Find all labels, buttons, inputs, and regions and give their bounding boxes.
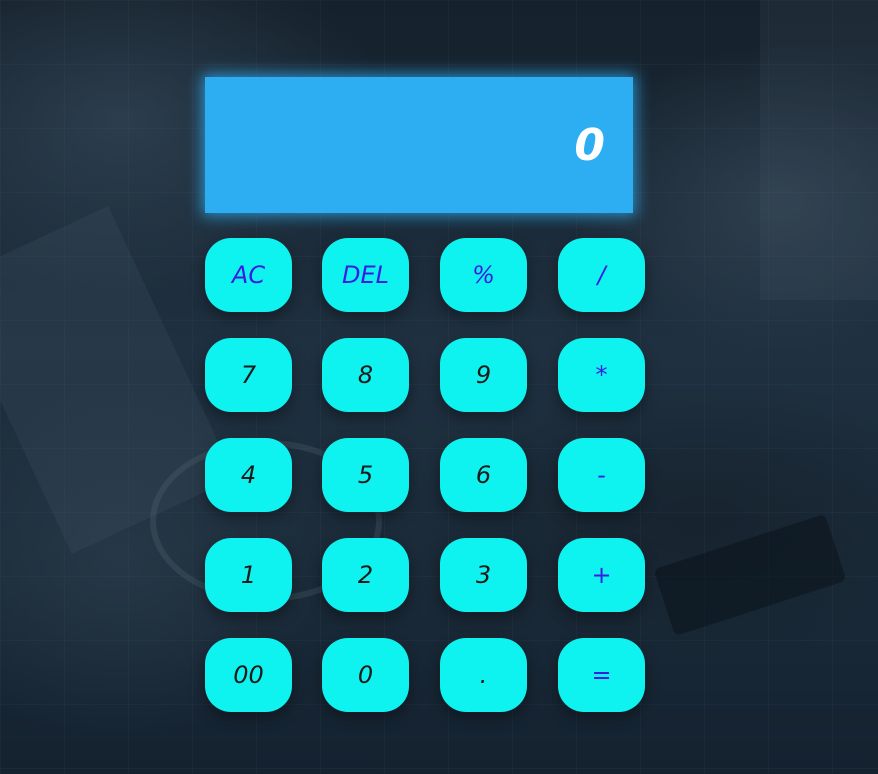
digit-8-button[interactable]: 8 [322,338,409,412]
multiply-button[interactable]: * [558,338,645,412]
digit-6-button[interactable]: 6 [440,438,527,512]
digit-7-button[interactable]: 7 [205,338,292,412]
decimal-point-button[interactable]: . [440,638,527,712]
double-zero-button[interactable]: 00 [205,638,292,712]
digit-9-button[interactable]: 9 [440,338,527,412]
minus-button[interactable]: - [558,438,645,512]
plus-button[interactable]: + [558,538,645,612]
percent-button[interactable]: % [440,238,527,312]
background-shape [760,0,878,300]
calculator-display: 0 [205,77,633,213]
calculator: 0 AC DEL % / 7 8 9 * 4 5 6 - 1 2 3 + 00 … [205,77,645,718]
delete-button[interactable]: DEL [322,238,409,312]
digit-1-button[interactable]: 1 [205,538,292,612]
digit-5-button[interactable]: 5 [322,438,409,512]
all-clear-button[interactable]: AC [205,238,292,312]
digit-0-button[interactable]: 0 [322,638,409,712]
digit-4-button[interactable]: 4 [205,438,292,512]
digit-2-button[interactable]: 2 [322,538,409,612]
display-value: 0 [574,119,605,171]
divide-button[interactable]: / [558,238,645,312]
keypad: AC DEL % / 7 8 9 * 4 5 6 - 1 2 3 + 00 0 … [205,238,645,718]
digit-3-button[interactable]: 3 [440,538,527,612]
equals-button[interactable]: = [558,638,645,712]
